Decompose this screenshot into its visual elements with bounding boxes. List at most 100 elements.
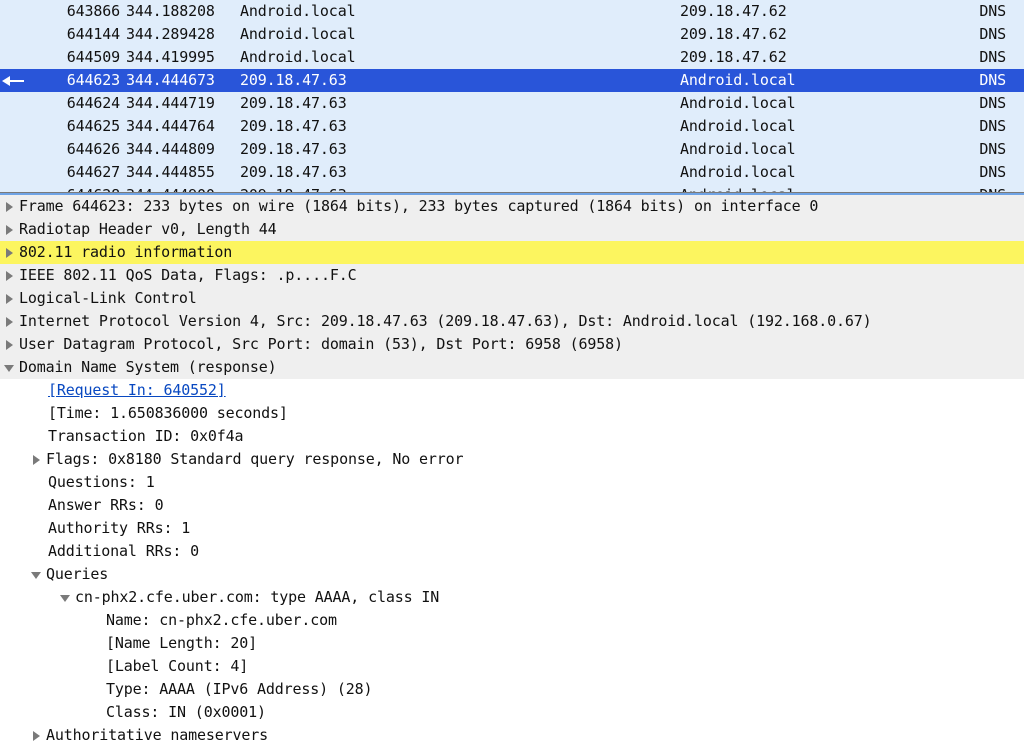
col-time: 344.419995: [122, 46, 224, 69]
dns-query-0-label-count[interactable]: [Label Count: 4]: [0, 655, 1024, 678]
chevron-right-icon[interactable]: [2, 292, 16, 306]
col-source: 209.18.47.63: [224, 69, 384, 92]
tree-label: Frame 644623: 233 bytes on wire (1864 bi…: [19, 195, 818, 218]
col-time: 344.444900: [122, 184, 224, 193]
arrow-left-icon: [2, 74, 24, 88]
dns-request-in[interactable]: [Request In: 640552]: [0, 379, 1024, 402]
field-value: Name: cn-phx2.cfe.uber.com: [0, 609, 337, 632]
field-value: Answer RRs: 0: [0, 494, 163, 517]
col-destination: Android.local: [680, 184, 950, 193]
col-protocol: DNS: [950, 138, 1010, 161]
dns-query-0-type[interactable]: Type: AAAA (IPv6 Address) (28): [0, 678, 1024, 701]
col-no: 644623: [28, 69, 122, 92]
chevron-down-icon[interactable]: [2, 361, 16, 375]
col-gap: [384, 115, 680, 138]
dns-authority-rrs[interactable]: Authority RRs: 1: [0, 517, 1024, 540]
col-protocol: DNS: [950, 69, 1010, 92]
chevron-right-icon[interactable]: [2, 200, 16, 214]
chevron-right-icon[interactable]: [29, 453, 43, 467]
request-in-link[interactable]: [Request In: 640552]: [0, 379, 226, 402]
col-no: 644628: [28, 184, 122, 193]
tree-dns[interactable]: Domain Name System (response): [0, 356, 1024, 379]
dns-query-0-name[interactable]: Name: cn-phx2.cfe.uber.com: [0, 609, 1024, 632]
row-gutter: [0, 0, 28, 23]
dns-flags[interactable]: Flags: 0x8180 Standard query response, N…: [0, 448, 1024, 471]
field-value: Authority RRs: 1: [0, 517, 190, 540]
row-gutter: [0, 115, 28, 138]
packet-row[interactable]: 644627344.444855209.18.47.63Android.loca…: [0, 161, 1024, 184]
row-gutter: [0, 23, 28, 46]
tree-ip[interactable]: Internet Protocol Version 4, Src: 209.18…: [0, 310, 1024, 333]
tree-frame[interactable]: Frame 644623: 233 bytes on wire (1864 bi…: [0, 195, 1024, 218]
col-destination: Android.local: [680, 115, 950, 138]
col-time: 344.188208: [122, 0, 224, 23]
col-gap: [384, 46, 680, 69]
tree-label: User Datagram Protocol, Src Port: domain…: [19, 333, 623, 356]
col-protocol: DNS: [950, 184, 1010, 193]
tree-label: IEEE 802.11 QoS Data, Flags: .p....F.C: [19, 264, 356, 287]
dns-answer-rrs[interactable]: Answer RRs: 0: [0, 494, 1024, 517]
packet-list[interactable]: 643866344.188208Android.local209.18.47.6…: [0, 0, 1024, 193]
col-source: Android.local: [224, 23, 384, 46]
dns-query-0[interactable]: cn-phx2.cfe.uber.com: type AAAA, class I…: [0, 586, 1024, 609]
col-gap: [384, 184, 680, 193]
col-source: 209.18.47.63: [224, 184, 384, 193]
field-value: Authoritative nameservers: [46, 724, 268, 747]
packet-row[interactable]: 644623344.444673209.18.47.63Android.loca…: [0, 69, 1024, 92]
chevron-right-icon[interactable]: [2, 315, 16, 329]
chevron-down-icon[interactable]: [58, 591, 72, 605]
dns-transaction-id[interactable]: Transaction ID: 0x0f4a: [0, 425, 1024, 448]
col-gap: [384, 23, 680, 46]
packet-row[interactable]: 644509344.419995Android.local209.18.47.6…: [0, 46, 1024, 69]
dns-queries[interactable]: Queries: [0, 563, 1024, 586]
field-value: [Time: 1.650836000 seconds]: [0, 402, 288, 425]
packet-row[interactable]: 644144344.289428Android.local209.18.47.6…: [0, 23, 1024, 46]
packet-row[interactable]: 644628344.444900209.18.47.63 Android.loca…: [0, 184, 1024, 193]
packet-row[interactable]: 644626344.444809209.18.47.63Android.loca…: [0, 138, 1024, 161]
tree-udp[interactable]: User Datagram Protocol, Src Port: domain…: [0, 333, 1024, 356]
col-protocol: DNS: [950, 0, 1010, 23]
chevron-right-icon[interactable]: [2, 338, 16, 352]
tree-label: Radiotap Header v0, Length 44: [19, 218, 277, 241]
field-value: [Label Count: 4]: [0, 655, 248, 678]
col-source: Android.local: [224, 0, 384, 23]
field-value: Questions: 1: [0, 471, 155, 494]
col-destination: Android.local: [680, 69, 950, 92]
dns-time[interactable]: [Time: 1.650836000 seconds]: [0, 402, 1024, 425]
col-no: 644627: [28, 161, 122, 184]
chevron-right-icon[interactable]: [2, 269, 16, 283]
dns-additional-rrs[interactable]: Additional RRs: 0: [0, 540, 1024, 563]
col-no: 644144: [28, 23, 122, 46]
col-gap: [384, 138, 680, 161]
row-gutter: [0, 69, 28, 92]
col-destination: 209.18.47.62: [680, 23, 950, 46]
field-value: Transaction ID: 0x0f4a: [0, 425, 243, 448]
field-value: Queries: [46, 563, 108, 586]
col-source: 209.18.47.63: [224, 115, 384, 138]
tree-radio[interactable]: 802.11 radio information: [0, 241, 1024, 264]
col-gap: [384, 92, 680, 115]
packet-row[interactable]: 644625344.444764209.18.47.63Android.loca…: [0, 115, 1024, 138]
tree-llc[interactable]: Logical-Link Control: [0, 287, 1024, 310]
tree-label: Internet Protocol Version 4, Src: 209.18…: [19, 310, 872, 333]
dns-query-0-class[interactable]: Class: IN (0x0001): [0, 701, 1024, 724]
col-time: 344.444719: [122, 92, 224, 115]
packet-row[interactable]: 644624344.444719209.18.47.63Android.loca…: [0, 92, 1024, 115]
dns-questions[interactable]: Questions: 1: [0, 471, 1024, 494]
tree-label: Domain Name System (response): [19, 356, 277, 379]
col-destination: 209.18.47.62: [680, 0, 950, 23]
tree-label: 802.11 radio information: [19, 241, 232, 264]
col-protocol: DNS: [950, 92, 1010, 115]
col-protocol: DNS: [950, 161, 1010, 184]
tree-ieee[interactable]: IEEE 802.11 QoS Data, Flags: .p....F.C: [0, 264, 1024, 287]
dns-auth-ns[interactable]: Authoritative nameservers: [0, 724, 1024, 747]
chevron-down-icon[interactable]: [29, 568, 43, 582]
packet-details[interactable]: Frame 644623: 233 bytes on wire (1864 bi…: [0, 195, 1024, 747]
dns-query-0-name-length[interactable]: [Name Length: 20]: [0, 632, 1024, 655]
chevron-right-icon[interactable]: [2, 223, 16, 237]
row-gutter: [0, 161, 28, 184]
packet-row[interactable]: 643866344.188208Android.local209.18.47.6…: [0, 0, 1024, 23]
tree-radiotap[interactable]: Radiotap Header v0, Length 44: [0, 218, 1024, 241]
chevron-right-icon[interactable]: [2, 246, 16, 260]
chevron-right-icon[interactable]: [29, 729, 43, 743]
